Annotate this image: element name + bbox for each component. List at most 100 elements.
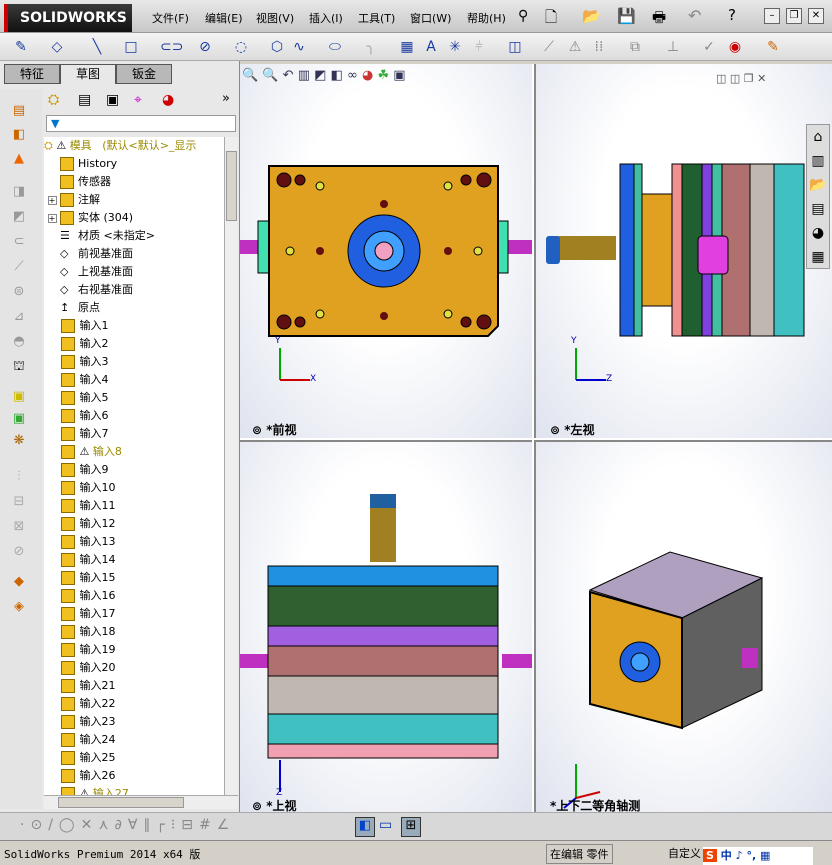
save-icon[interactable]: 💾 (617, 7, 636, 25)
four-view-button[interactable]: ⊞ (401, 817, 421, 837)
text-icon[interactable]: A (422, 38, 440, 56)
plane-icon[interactable]: ▦ (398, 38, 416, 56)
appearance-icon[interactable]: ◕ (362, 68, 373, 83)
tree-item[interactable]: ◇ 前视基准面 (44, 245, 133, 263)
viewport-top[interactable]: Z ⊚ *上视 (240, 440, 532, 813)
tree-item-import[interactable]: 输入21 (44, 677, 115, 695)
tab-sketch[interactable]: 草图 (60, 64, 116, 84)
tree-root[interactable]: ⛭ ⚠ 模具 (默认<默认>_显示 (44, 137, 196, 155)
tree-item[interactable]: ◇ 右视基准面 (44, 281, 133, 299)
tree-horizontal-scrollbar[interactable] (44, 795, 238, 809)
grid-snap-icon[interactable]: ⊟ (181, 817, 199, 833)
tree-item-import[interactable]: 输入19 (44, 641, 115, 659)
tab-features[interactable]: 特征 (4, 64, 60, 84)
angle-icon[interactable]: ∠ (217, 817, 236, 833)
reference-icon[interactable]: ⛫ (10, 359, 28, 377)
hide-show-icon[interactable]: ∞ (347, 68, 358, 83)
tree-item-import[interactable]: 输入7 (44, 425, 108, 443)
units-selector[interactable]: 自定义 (668, 845, 701, 861)
line-icon[interactable]: ╲ (88, 38, 106, 56)
move-icon[interactable]: ⧉ (626, 38, 644, 56)
tree-item-import[interactable]: 输入1 (44, 317, 108, 335)
menu-file[interactable]: 文件(F) (152, 10, 189, 26)
menu-insert[interactable]: 插入(I) (309, 10, 343, 26)
repair-icon[interactable]: ✓ (700, 38, 718, 56)
tree-item-import[interactable]: ⚠ 输入8 (44, 443, 122, 461)
curves-icon[interactable]: ▣ (10, 389, 28, 407)
rapid-sketch-icon[interactable]: ✎ (764, 38, 782, 56)
previous-view-icon[interactable]: ↶ (283, 68, 294, 83)
menu-help[interactable]: 帮助(H) (467, 10, 506, 26)
hole-icon[interactable]: ◓ (10, 334, 28, 352)
resources-icon[interactable]: ⌂ (807, 125, 829, 149)
open-file-icon[interactable]: 📂 (582, 7, 601, 25)
pattern-icon[interactable]: ⁞⁞ (590, 38, 608, 56)
revolve-icon[interactable]: ◧ (10, 127, 28, 145)
undo-icon[interactable]: ↶ (688, 6, 701, 25)
perpendicular-icon[interactable]: ⋏ (98, 817, 114, 833)
tree-item[interactable]: ↥ 原点 (44, 299, 100, 317)
point-icon[interactable]: ✳ (446, 38, 464, 56)
tree-item-import[interactable]: 输入14 (44, 551, 115, 569)
quick-snap-icon[interactable]: ◉ (726, 38, 744, 56)
tree-item[interactable]: History (44, 155, 117, 173)
tree-item-import[interactable]: 输入9 (44, 461, 108, 479)
print-icon[interactable]: 🖶 (652, 7, 666, 32)
slot-icon[interactable]: ⊂⊃ (160, 38, 183, 56)
tree-item-import[interactable]: 输入2 (44, 335, 108, 353)
tree-item-import[interactable]: 输入26 (44, 767, 115, 785)
combine-icon[interactable]: ⊟ (10, 494, 28, 512)
shell-icon[interactable]: ⊜ (10, 284, 28, 302)
tree-item[interactable]: + 注解 (44, 191, 100, 209)
tree-item-import[interactable]: 输入16 (44, 587, 115, 605)
tree-item-import[interactable]: 输入3 (44, 353, 108, 371)
view-palette-icon[interactable]: ▤ (807, 197, 829, 221)
spline-icon[interactable]: ∿ (290, 38, 308, 56)
tree-item-import[interactable]: 输入13 (44, 533, 115, 551)
tree-item-import[interactable]: 输入12 (44, 515, 115, 533)
custom-properties-icon[interactable]: ▦ (807, 245, 829, 269)
dimxpert-icon[interactable]: ⌖ (134, 92, 142, 108)
cut-icon[interactable]: ◨ (10, 184, 28, 202)
split-icon[interactable]: ⫶ (10, 469, 28, 487)
propertymanager-icon[interactable]: ▤ (78, 92, 91, 108)
ellipse-icon[interactable]: ⬭ (326, 38, 344, 56)
viewport-isometric[interactable]: *上下二等角轴测 (534, 440, 832, 813)
single-view-button[interactable]: ▭ (379, 817, 392, 833)
new-file-icon[interactable]: 🗋 (545, 7, 557, 32)
file-explorer-icon[interactable]: 📂 (807, 173, 829, 197)
expand-toggle[interactable]: + (47, 214, 57, 223)
tree-item-import[interactable]: 输入17 (44, 605, 115, 623)
chamfer-icon[interactable]: ⊂ (10, 234, 28, 252)
tree-item-import[interactable]: 输入20 (44, 659, 115, 677)
trim-icon[interactable]: ⫩ (470, 38, 488, 56)
sweep-icon[interactable]: ▲ (10, 151, 28, 169)
polygon-icon[interactable]: ⬡ (268, 38, 286, 56)
offset-icon[interactable]: ⟋ (540, 38, 558, 56)
tree-item-import[interactable]: 输入22 (44, 695, 115, 713)
tree-item-import[interactable]: 输入25 (44, 749, 115, 767)
fillet-icon[interactable]: ╮ (362, 38, 380, 56)
close-button[interactable]: ✕ (808, 8, 824, 24)
minimize-button[interactable]: – (764, 8, 780, 24)
menu-tools[interactable]: 工具(T) (358, 10, 395, 26)
midpoint-icon[interactable]: ∀ (128, 817, 144, 833)
tree-item[interactable]: ◇ 上视基准面 (44, 263, 133, 281)
instant3d-icon[interactable]: ▣ (10, 411, 28, 429)
parallel-icon[interactable]: ∥ (143, 817, 156, 833)
rib-icon[interactable]: ⟋ (10, 259, 28, 277)
menu-window[interactable]: 窗口(W) (410, 10, 451, 26)
point-icon[interactable]: · (20, 817, 30, 833)
tree-item-import[interactable]: 输入5 (44, 389, 108, 407)
sketch-icon[interactable]: ✎ (12, 38, 30, 56)
intersect-icon[interactable]: ⊠ (10, 519, 28, 537)
dotted-icon[interactable]: ⁝ (171, 817, 181, 833)
coincident-icon[interactable]: ∂ (115, 817, 128, 833)
section-view-icon[interactable]: ▥ (298, 68, 310, 83)
tab-sheetmetal[interactable]: 钣金 (116, 64, 172, 84)
pin-icon[interactable]: ⚲ (518, 8, 528, 24)
ime-toolbar[interactable]: S 中 ♪ °, ▦ (703, 847, 813, 865)
extrude-icon[interactable]: ▤ (10, 103, 28, 121)
display-manager-icon[interactable]: ◕ (162, 92, 174, 108)
line-relation-icon[interactable]: / (48, 817, 59, 833)
